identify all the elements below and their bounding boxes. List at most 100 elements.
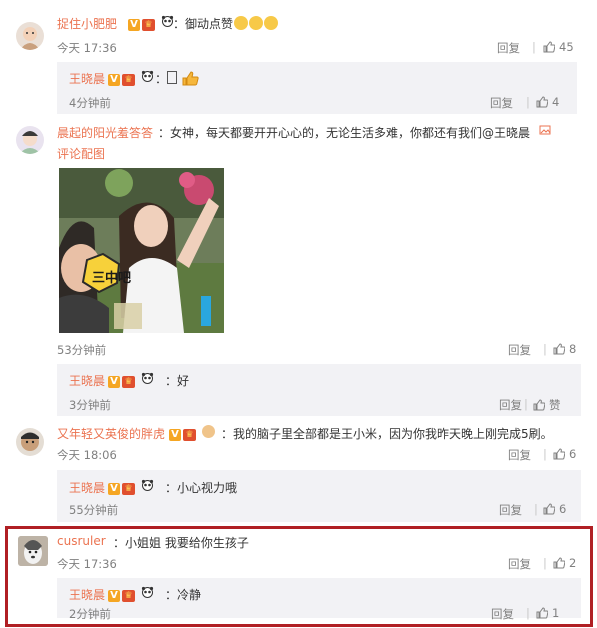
avatar-image (21, 432, 39, 451)
verified-v-icon: V (108, 590, 120, 602)
smile-emoji-icon (234, 16, 249, 30)
reply-user-name[interactable]: 王晓晨 (69, 372, 105, 389)
action-separator: | (534, 502, 538, 516)
reply-button[interactable]: 回复 (508, 447, 531, 463)
reply-text: ： (155, 70, 199, 87)
thumbs-up-icon (553, 448, 565, 460)
like-count: 6 (559, 502, 567, 516)
panda-icon (141, 586, 153, 598)
thumbs-up-icon (536, 607, 548, 619)
reply-user-name[interactable]: 王晓晨 (69, 586, 105, 603)
comment-time: 今天 17:36 (57, 41, 117, 55)
member-crown-icon: ♛ (122, 74, 135, 86)
user-badges: V ♛ (108, 586, 154, 602)
comment-user-name[interactable]: 又年轻又英俊的胖虎 (57, 425, 165, 442)
avatar[interactable] (16, 428, 44, 456)
panda-icon (161, 15, 173, 27)
user-badges: V ♛ (128, 15, 174, 31)
member-crown-icon: ♛ (122, 590, 135, 602)
comment-user-name[interactable]: cusruler (57, 534, 106, 548)
action-separator: | (524, 397, 528, 411)
action-separator: | (543, 447, 547, 461)
user-badges: V ♛ (108, 479, 154, 495)
user-badges: V ♛ (169, 425, 215, 441)
verified-v-icon: V (108, 483, 120, 495)
comment-image[interactable]: 三中吧 (59, 168, 224, 333)
reply-button[interactable]: 回复 (491, 606, 514, 622)
box-glyph-icon (167, 71, 178, 84)
verified-v-icon: V (169, 429, 181, 441)
image-sticker-text: 三中吧 (92, 271, 132, 286)
comment-time: 今天 17:36 (57, 557, 117, 571)
image-link[interactable] (539, 124, 551, 138)
comment-text: ：女神，每天都要开开心心的，无论生活多难，你都还有我们@王晓晨 (158, 126, 531, 140)
avatar-image (19, 131, 41, 154)
reply-button[interactable]: 回复 (508, 342, 531, 358)
member-crown-icon: ♛ (122, 483, 135, 495)
panda-icon (141, 479, 153, 491)
reply-text: ：小心视力哦 (165, 481, 238, 495)
image-icon (539, 125, 551, 135)
reply-button[interactable]: 回复 (499, 502, 522, 518)
like-button[interactable]: 45 (543, 40, 574, 54)
comment-text: ：小姐姐 我要给你生孩子 (113, 536, 249, 550)
avatar-image (20, 27, 40, 50)
user-badges: V ♛ (108, 372, 154, 388)
like-count: 赞 (549, 398, 561, 412)
panda-icon (141, 372, 153, 384)
like-button[interactable]: 2 (553, 556, 576, 570)
like-count: 45 (559, 40, 574, 54)
avatar[interactable] (18, 536, 48, 566)
thumbs-up-emoji-icon (182, 71, 199, 86)
comment-time: 53分钟前 (57, 343, 107, 357)
user-badges: V ♛ (108, 70, 154, 86)
verified-v-icon: V (108, 74, 120, 86)
thumbs-up-icon (543, 503, 555, 515)
like-button[interactable]: 8 (553, 342, 576, 356)
thumbs-up-icon (553, 557, 565, 569)
comment-text: ：我的脑子里全部都是王小米，因为你我昨天晚上刚完成5刷。 (221, 427, 553, 441)
reply-button[interactable]: 回复 (490, 95, 513, 111)
like-count: 4 (552, 95, 560, 109)
comment-text: ：御动点赞 (173, 15, 279, 32)
comment-time: 今天 18:06 (57, 448, 117, 462)
comment-photo (59, 168, 224, 333)
avatar-image (18, 536, 48, 566)
member-crown-icon: ♛ (142, 19, 155, 31)
image-link-label[interactable]: 评论配图 (57, 145, 105, 162)
avatar[interactable] (16, 22, 44, 50)
reply-text: ：冷静 (165, 588, 202, 602)
like-button[interactable]: 赞 (533, 397, 561, 413)
like-count: 1 (552, 606, 560, 620)
member-crown-icon: ♛ (183, 429, 196, 441)
reply-time: 2分钟前 (69, 607, 111, 621)
avatar[interactable] (16, 126, 44, 154)
smile-emoji-icon (264, 16, 279, 30)
comment-user-name[interactable]: 晨起的阳光羞答答 (57, 124, 153, 141)
like-count: 8 (569, 342, 577, 356)
action-separator: | (526, 606, 530, 620)
reply-button[interactable]: 回复 (508, 556, 531, 572)
reply-time: 3分钟前 (69, 398, 111, 412)
reply-text: ：好 (165, 374, 190, 388)
action-separator: | (526, 95, 530, 109)
like-count: 2 (569, 556, 577, 570)
reply-user-name[interactable]: 王晓晨 (69, 479, 105, 496)
panda-icon (141, 70, 153, 82)
like-button[interactable]: 6 (543, 502, 566, 516)
reply-user-name[interactable]: 王晓晨 (69, 70, 105, 87)
thumbs-up-icon (553, 343, 565, 355)
like-button[interactable]: 6 (553, 447, 576, 461)
reply-time: 4分钟前 (69, 96, 111, 110)
verified-v-icon: V (108, 376, 120, 388)
like-button[interactable]: 4 (536, 95, 559, 109)
member-crown-icon: ♛ (122, 376, 135, 388)
reply-button[interactable]: 回复 (497, 40, 520, 56)
smile-emoji-icon (249, 16, 264, 30)
reply-time: 55分钟前 (69, 503, 119, 517)
like-button[interactable]: 1 (536, 606, 559, 620)
reply-button[interactable]: 回复 (499, 397, 522, 413)
thumbs-up-icon (533, 399, 545, 411)
comment-user-name[interactable]: 捉住小肥肥 (57, 15, 117, 32)
action-separator: | (532, 40, 536, 54)
